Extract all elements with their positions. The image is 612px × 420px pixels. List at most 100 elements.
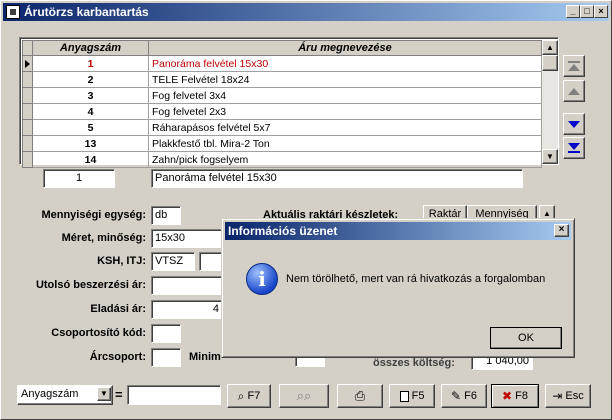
unit-field[interactable]: db	[151, 206, 181, 225]
row-indicator[interactable]	[22, 103, 33, 120]
size-field[interactable]: 15x30	[151, 229, 223, 248]
row-indicator[interactable]	[22, 71, 33, 88]
last-price-field[interactable]	[151, 276, 223, 295]
equals-sign: =	[115, 387, 123, 402]
table-row[interactable]: 4 Fog felvetel 2x3	[22, 103, 542, 120]
window-title: Árutörzs karbantartás	[24, 5, 149, 19]
prev-record-button[interactable]	[563, 80, 585, 102]
next-record-icon	[568, 121, 580, 128]
col-header-name[interactable]: Áru megnevezése	[148, 40, 542, 56]
binoculars-grey-icon: ⌕⌕	[296, 388, 312, 404]
cell-name[interactable]: Ráharapásos felvétel 5x7	[148, 119, 542, 136]
info-icon: i	[246, 263, 278, 295]
size-label: Méret, minőség:	[61, 232, 146, 244]
dialog-title-bar[interactable]: Információs üzenet ×	[225, 222, 571, 240]
minimum-label: Minim	[189, 351, 221, 363]
table-row[interactable]: 2 TELE Felvétel 18x24	[22, 71, 542, 88]
find-f7-button[interactable]: ⌕ F7	[227, 384, 271, 408]
cell-name[interactable]: Fog felvetel 3x4	[148, 87, 542, 104]
row-indicator[interactable]	[22, 55, 33, 72]
group-field[interactable]	[151, 324, 181, 343]
dialog-message: Nem törölhető, mert van rá hivatkozás a …	[286, 273, 546, 285]
cell-code[interactable]: 5	[32, 119, 149, 136]
new-document-icon	[399, 390, 409, 402]
cell-name[interactable]: Zahn/pick fogselyem	[148, 151, 542, 168]
price-group-field[interactable]	[151, 348, 181, 367]
print-button[interactable]: ⎙	[337, 384, 383, 408]
cell-name[interactable]: TELE Felvétel 18x24	[148, 71, 542, 88]
scroll-up-button[interactable]: ▲	[542, 40, 558, 55]
maximize-button[interactable]: □	[580, 5, 594, 18]
row-indicator[interactable]	[22, 135, 33, 152]
ok-button[interactable]: OK	[490, 327, 562, 349]
edit-record-icon: ✎	[451, 389, 462, 404]
cell-name[interactable]: Panoráma felvétel 15x30	[148, 55, 542, 72]
search-field-select-value: Anyagszám	[21, 388, 79, 400]
cell-name[interactable]: Plakkfestő tbl. Mira-2 Ton	[148, 135, 542, 152]
close-button[interactable]: ×	[594, 5, 608, 18]
cell-code[interactable]: 13	[32, 135, 149, 152]
main-window: Árutörzs karbantartás _ □ × Anyagszám Ár…	[0, 0, 612, 420]
last-record-icon	[568, 143, 580, 153]
scroll-thumb[interactable]	[542, 55, 558, 71]
group-label: Csoportosító kód:	[51, 327, 146, 339]
dialog-close-button[interactable]: ×	[554, 224, 569, 237]
info-dialog: Információs üzenet × i Nem törölhető, me…	[221, 218, 575, 358]
dialog-title: Információs üzenet	[228, 224, 338, 238]
cell-code[interactable]: 14	[32, 151, 149, 168]
table-row[interactable]: 3 Fog felvetel 3x4	[22, 87, 542, 104]
ksh-label: KSH, ITJ:	[97, 255, 146, 267]
cell-code[interactable]: 4	[32, 103, 149, 120]
indicator-header	[22, 40, 33, 56]
cell-name[interactable]: Fog felvetel 2x3	[148, 103, 542, 120]
row-indicator[interactable]	[22, 151, 33, 168]
delete-record-icon: ✖	[502, 389, 513, 404]
scroll-down-button[interactable]: ▼	[542, 149, 558, 164]
unit-label: Mennyiségi egység:	[41, 209, 146, 221]
items-grid[interactable]: Anyagszám Áru megnevezése 1 Panoráma felv…	[19, 37, 559, 168]
table-row[interactable]: 5 Ráharapásos felvétel 5x7	[22, 119, 542, 136]
row-indicator[interactable]	[22, 119, 33, 136]
last-record-button[interactable]	[563, 137, 585, 159]
find-next-button[interactable]: ⌕⌕	[279, 384, 329, 408]
table-row[interactable]: 14 Zahn/pick fogselyem	[22, 151, 542, 168]
printer-icon: ⎙	[354, 388, 366, 404]
cell-code[interactable]: 1	[32, 55, 149, 72]
items-table: Anyagszám Áru megnevezése 1 Panoráma felv…	[22, 40, 542, 168]
minimize-button[interactable]: _	[566, 5, 580, 18]
sale-price-label: Eladási ár:	[90, 303, 146, 315]
new-f5-label: F5	[411, 390, 425, 402]
edit-f6-button[interactable]: ✎ F6	[441, 384, 487, 408]
app-icon	[6, 5, 20, 19]
price-group-label: Árcsoport:	[89, 351, 146, 363]
cell-code[interactable]: 2	[32, 71, 149, 88]
itj-field[interactable]	[199, 252, 223, 271]
delete-f8-label: F8	[515, 390, 528, 402]
first-record-button[interactable]	[563, 55, 585, 77]
col-header-code[interactable]: Anyagszám	[32, 40, 149, 56]
sale-price-field[interactable]: 4	[151, 300, 223, 319]
row-indicator[interactable]	[22, 87, 33, 104]
current-row-arrow-icon	[25, 60, 30, 68]
grid-scrollbar[interactable]: ▲ ▼	[542, 40, 558, 164]
chevron-down-icon[interactable]: ▼	[97, 387, 111, 401]
cost-label: összes költség:	[373, 357, 455, 369]
ksh-field[interactable]: VTSZ	[151, 252, 195, 271]
current-name-field[interactable]: Panoráma felvétel 15x30	[151, 169, 523, 188]
exit-esc-label: Esc	[565, 390, 584, 402]
first-record-icon	[568, 61, 580, 71]
next-record-button[interactable]	[563, 113, 585, 135]
table-row[interactable]: 13 Plakkfestő tbl. Mira-2 Ton	[22, 135, 542, 152]
current-code-field[interactable]: 1	[43, 169, 115, 188]
table-row[interactable]: 1 Panoráma felvétel 15x30	[22, 55, 542, 72]
last-price-label: Utolsó beszerzési ár:	[35, 279, 146, 291]
exit-door-icon: ⇥	[552, 389, 563, 404]
search-field-select[interactable]: Anyagszám ▼	[17, 385, 113, 405]
binoculars-icon: ⌕	[237, 389, 245, 404]
cell-code[interactable]: 3	[32, 87, 149, 104]
exit-esc-button[interactable]: ⇥ Esc	[545, 384, 591, 408]
delete-f8-button[interactable]: ✖ F8	[491, 384, 539, 408]
new-f5-button[interactable]: F5	[389, 384, 435, 408]
search-input[interactable]	[127, 385, 221, 405]
title-bar[interactable]: Árutörzs karbantartás _ □ ×	[3, 3, 609, 21]
